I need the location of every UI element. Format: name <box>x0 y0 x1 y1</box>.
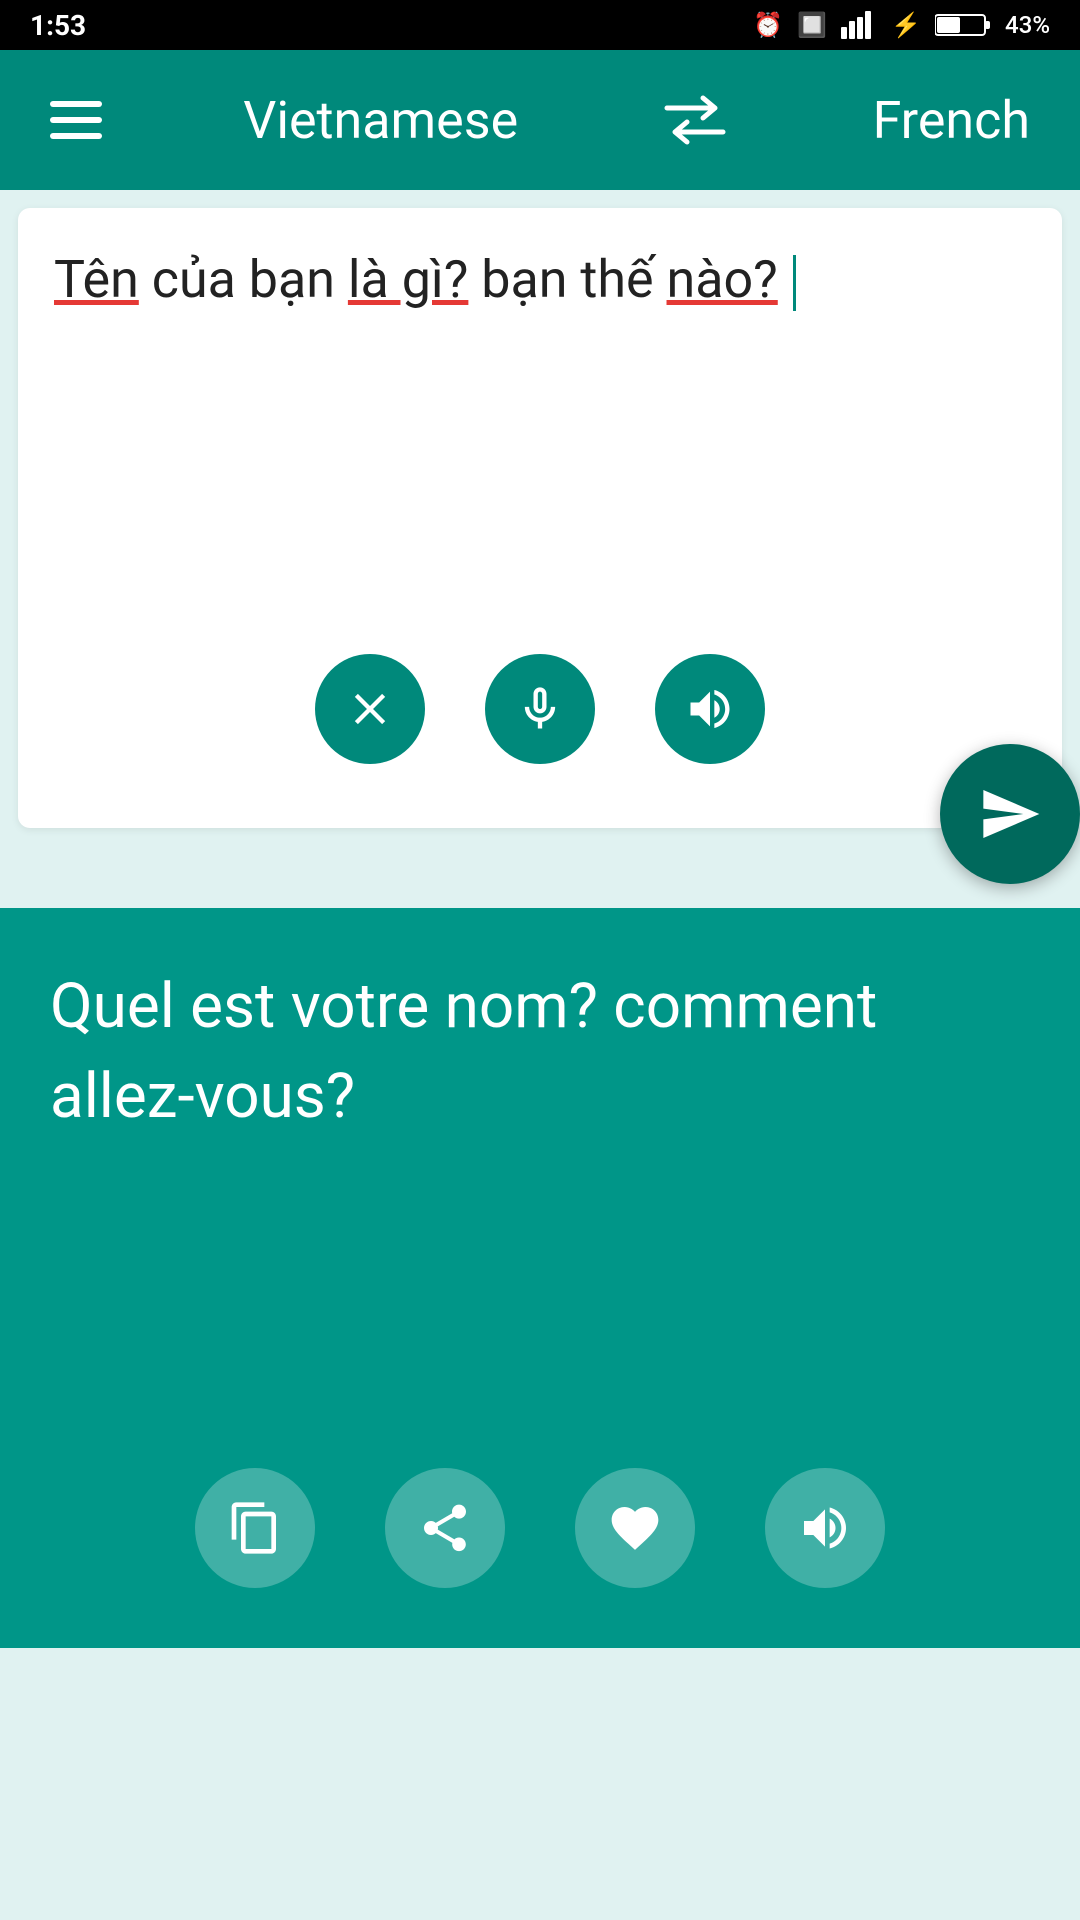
source-panel: Tên của bạn là gì? bạn thế nào? <box>18 208 1062 828</box>
battery-percent: 43% <box>1005 11 1050 39</box>
signal-icon <box>841 11 877 39</box>
share-icon <box>417 1500 473 1556</box>
swap-languages-button[interactable] <box>659 92 731 148</box>
menu-button[interactable] <box>50 101 102 139</box>
speak-source-button[interactable] <box>655 654 765 764</box>
clear-button[interactable] <box>315 654 425 764</box>
heart-icon <box>607 1500 663 1556</box>
word-nao: nào? <box>667 249 778 310</box>
volume-icon <box>684 683 736 735</box>
speak-translation-button[interactable] <box>765 1468 885 1588</box>
top-bar: Vietnamese French <box>0 50 1080 190</box>
source-wrapper: Tên của bạn là gì? bạn thế nào? <box>0 208 1080 828</box>
copy-button[interactable] <box>195 1468 315 1588</box>
word-la-gi: là gì? <box>348 249 468 310</box>
text-cursor <box>793 255 796 311</box>
send-icon <box>978 782 1042 846</box>
translated-text: Quel est votre nom? comment allez-vous? <box>50 962 1030 1142</box>
favorite-button[interactable] <box>575 1468 695 1588</box>
volume-up-icon <box>797 1500 853 1556</box>
translate-button[interactable] <box>940 744 1080 884</box>
status-icons: ⏰ 🔲 ⚡ 43% <box>753 11 1050 39</box>
charging-icon: ⚡ <box>891 11 921 39</box>
microphone-icon <box>514 683 566 735</box>
target-language-label[interactable]: French <box>873 90 1030 151</box>
battery-icon <box>935 11 991 39</box>
word-ten: Tên <box>54 249 139 310</box>
source-language-label[interactable]: Vietnamese <box>243 90 518 151</box>
result-panel: Quel est votre nom? comment allez-vous? <box>0 908 1080 1648</box>
status-bar: 1:53 ⏰ 🔲 ⚡ 43% <box>0 0 1080 50</box>
source-input[interactable]: Tên của bạn là gì? bạn thế nào? <box>54 244 1026 624</box>
alarm-icon: ⏰ <box>753 11 783 39</box>
source-actions <box>54 654 1026 764</box>
close-icon <box>344 683 396 735</box>
sim-icon: 🔲 <box>797 11 827 39</box>
status-time: 1:53 <box>30 9 86 42</box>
result-actions <box>0 1468 1080 1588</box>
copy-icon <box>227 1500 283 1556</box>
share-button[interactable] <box>385 1468 505 1588</box>
microphone-button[interactable] <box>485 654 595 764</box>
